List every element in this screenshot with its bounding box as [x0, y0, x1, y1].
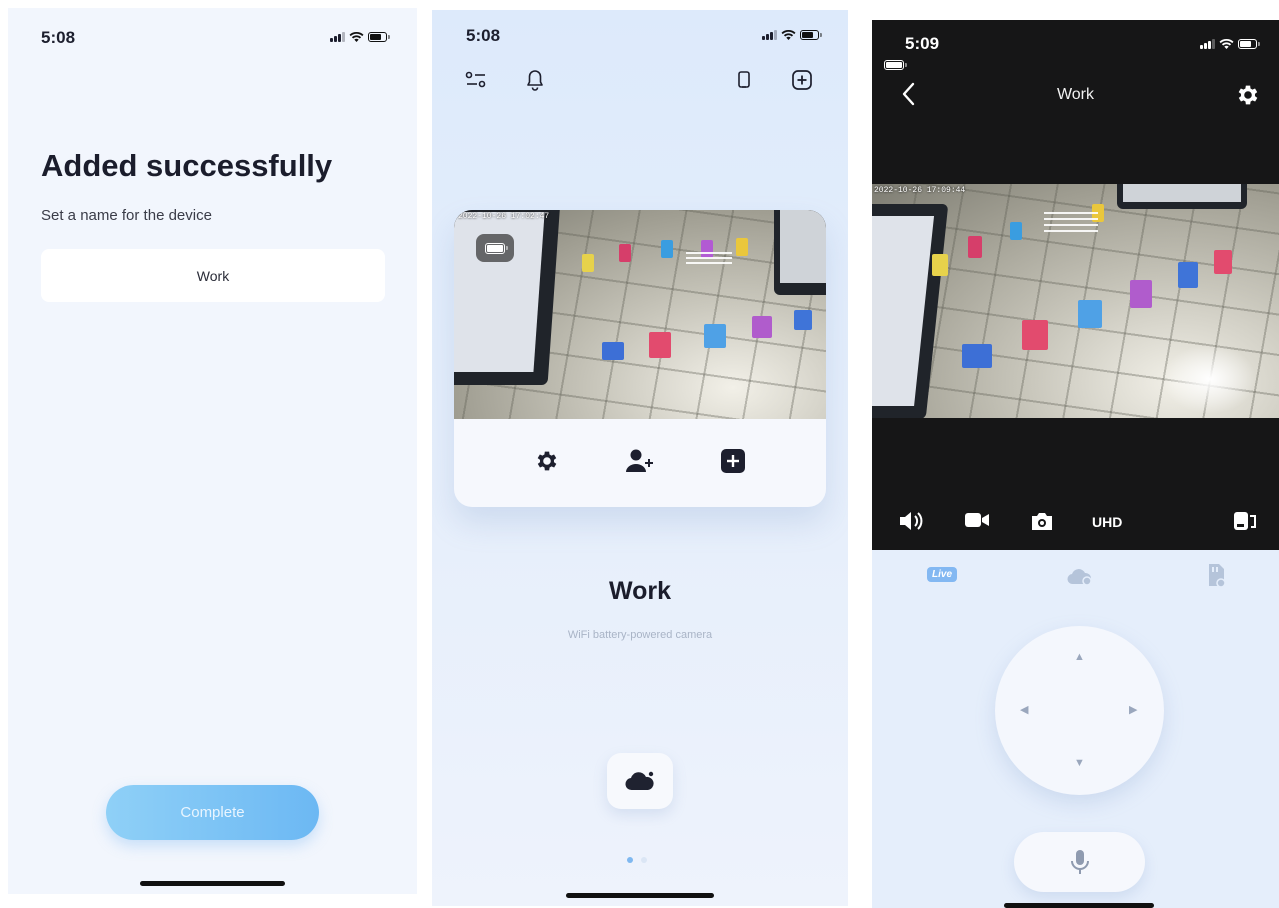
video-record-icon[interactable] — [964, 510, 990, 530]
wifi-icon — [1219, 38, 1234, 49]
cloud-service-button[interactable] — [607, 753, 673, 809]
gear-icon — [1238, 85, 1258, 105]
signal-icon — [1200, 39, 1215, 49]
battery-icon — [368, 32, 390, 42]
battery-icon — [485, 242, 508, 254]
nav-title: Work — [1056, 86, 1095, 103]
arrow-up-icon[interactable]: ▲ — [1074, 652, 1085, 663]
page-dot — [641, 857, 647, 863]
camera-battery-badge — [476, 234, 514, 262]
home-indicator — [1004, 903, 1154, 908]
complete-button[interactable]: Complete — [106, 785, 319, 840]
microphone-icon — [1070, 850, 1089, 874]
status-icons — [330, 31, 390, 42]
camera-preview[interactable]: 2022-10-26 17:02:47 — [454, 210, 826, 419]
plus-square-icon[interactable] — [789, 67, 815, 93]
device-card[interactable]: 2022-10-26 17:02:47 — [454, 210, 826, 507]
page-title: Added successfully — [41, 148, 333, 183]
settings-button[interactable] — [1235, 82, 1261, 113]
cloud-icon[interactable] — [1066, 567, 1094, 592]
device-list-screen: 5:08 2022-10-26 17:02:47 Work WiFi batte… — [432, 10, 848, 906]
quality-uhd-button[interactable]: UHD — [1092, 514, 1122, 530]
arrow-down-icon[interactable]: ▼ — [1074, 758, 1085, 769]
card-actions — [454, 419, 826, 507]
camera-timestamp: 2022-10-26 17:09:44 — [874, 186, 966, 195]
device-type: WiFi battery-powered camera — [567, 629, 713, 641]
battery-icon — [1238, 39, 1260, 49]
device-name-input[interactable] — [41, 249, 385, 302]
live-camera-feed[interactable]: 2022-10-26 17:09:44 — [872, 184, 1279, 418]
camera-timestamp: 2022-10-26 17:02:47 — [458, 212, 550, 221]
battery-icon — [884, 60, 907, 70]
talk-button[interactable] — [1014, 832, 1145, 892]
bell-icon[interactable] — [522, 67, 548, 93]
page-subtitle: Set a name for the device — [41, 207, 212, 224]
arrow-right-icon[interactable]: ▶ — [1129, 705, 1137, 716]
phone-outline-icon[interactable] — [731, 67, 757, 93]
home-indicator — [140, 881, 285, 886]
page-indicator — [627, 857, 647, 863]
add-user-icon[interactable] — [625, 448, 655, 479]
status-time: 5:08 — [41, 28, 76, 47]
status-icons — [1200, 38, 1260, 49]
ptz-control-pad[interactable]: ▲ ▼ ◀ ▶ — [995, 626, 1164, 795]
status-time: 5:09 — [905, 34, 940, 53]
sd-card-icon[interactable] — [1205, 563, 1227, 594]
tab-live[interactable]: Live — [927, 567, 958, 582]
speaker-icon[interactable] — [898, 510, 924, 532]
gear-icon[interactable] — [534, 448, 560, 479]
arrow-left-icon[interactable]: ◀ — [1020, 705, 1028, 716]
added-successfully-screen: 5:08 Added successfully Set a name for t… — [8, 8, 417, 894]
page-dot-active — [627, 857, 633, 863]
home-indicator — [566, 893, 714, 898]
live-view-screen: 5:09 Work 2022-10-26 17:09:44 UHD Live ▲… — [872, 20, 1279, 908]
settings-sliders-icon[interactable] — [463, 67, 489, 93]
plus-square-icon[interactable] — [720, 448, 746, 479]
battery-icon — [800, 30, 822, 40]
wifi-icon — [781, 29, 796, 40]
mode-tabs: Live — [872, 564, 1279, 592]
device-name: Work — [608, 577, 672, 605]
signal-icon — [762, 30, 777, 40]
status-time: 5:08 — [466, 26, 501, 45]
wifi-icon — [349, 31, 364, 42]
fullscreen-icon[interactable] — [1233, 510, 1259, 532]
signal-icon — [330, 32, 345, 42]
status-icons — [762, 29, 822, 40]
cloud-icon — [625, 771, 654, 791]
camera-snapshot-icon[interactable] — [1030, 510, 1054, 532]
